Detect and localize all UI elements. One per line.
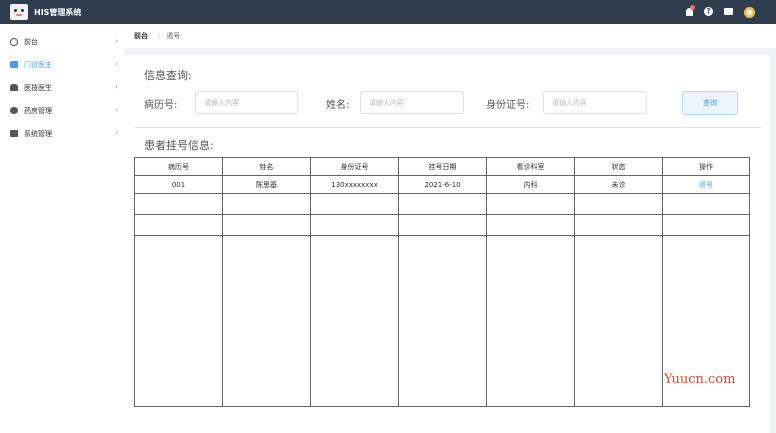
sidebar-item-front-desk[interactable]: 前台 › [0, 30, 124, 53]
name-label: 姓名: [326, 100, 350, 111]
column-header: 操作 [662, 157, 750, 176]
breadcrumb-current: 退号 [166, 32, 181, 40]
table-row: 001 陈思基 130xxxxxxxx 2021-6-10 内科 未诊 退号 [134, 175, 750, 194]
sidebar: 前台 › 门诊医生 › 医技医生 › 药房管理 › 系统管理 › [0, 24, 124, 433]
message-icon[interactable] [724, 7, 734, 17]
chevron-right-icon: › [115, 60, 118, 68]
id-number-input[interactable] [543, 91, 647, 114]
query-button[interactable]: 查询 [682, 91, 738, 115]
column-header: 挂号日期 [398, 157, 487, 176]
medtech-icon [10, 84, 18, 91]
sidebar-item-label: 系统管理 [24, 129, 52, 138]
column-header: 姓名 [222, 157, 311, 176]
section-divider [134, 127, 762, 128]
column-header: 病历号 [134, 157, 223, 176]
cell-name: 陈思基 [222, 175, 311, 194]
cell-status: 未诊 [574, 175, 663, 194]
chevron-right-icon: › [115, 37, 118, 45]
column-header: 看诊科室 [486, 157, 575, 176]
cancel-registration-link[interactable]: 退号 [699, 181, 713, 189]
table-row-empty [134, 193, 750, 215]
chevron-right-icon: › [115, 106, 118, 114]
patient-table: 病历号 姓名 身份证号 挂号日期 看诊科室 状态 操作 001 陈思基 130x… [134, 157, 750, 407]
sidebar-item-outpatient[interactable]: 门诊医生 › [0, 53, 124, 76]
sidebar-item-label: 医技医生 [24, 83, 52, 92]
sidebar-item-system[interactable]: 系统管理 › [0, 122, 124, 145]
app-logo-icon [10, 4, 28, 20]
patient-section-title: 患者挂号信息: [144, 139, 214, 152]
sidebar-item-label: 药房管理 [24, 106, 52, 115]
help-icon[interactable]: ? [704, 7, 714, 17]
cell-action: 退号 [662, 175, 750, 194]
outpatient-icon [10, 61, 18, 68]
sidebar-item-medtech[interactable]: 医技医生 › [0, 76, 124, 99]
query-section-title: 信息查询: [144, 69, 192, 82]
sidebar-item-pharmacy[interactable]: 药房管理 › [0, 99, 124, 122]
name-input[interactable] [360, 91, 464, 114]
column-header: 状态 [574, 157, 663, 176]
record-number-label: 病历号: [144, 100, 178, 111]
sidebar-item-label: 前台 [24, 37, 38, 46]
column-header: 身份证号 [310, 157, 399, 176]
user-avatar[interactable] [744, 7, 755, 18]
breadcrumb: 前台 / 退号 [124, 24, 776, 48]
cell-date: 2021-6-10 [398, 175, 487, 194]
table-row-empty [134, 235, 750, 407]
notification-bell-icon[interactable] [684, 5, 695, 17]
table-row-empty [134, 214, 750, 236]
watermark-text: Yuucn.com [664, 372, 736, 387]
table-header-row: 病历号 姓名 身份证号 挂号日期 看诊科室 状态 操作 [134, 157, 750, 176]
record-number-input[interactable] [195, 91, 298, 114]
top-bar-actions: ? [684, 5, 755, 18]
cell-record-number: 001 [134, 175, 223, 194]
cell-id-number: 130xxxxxxxx [310, 175, 399, 194]
chevron-right-icon: › [115, 83, 118, 91]
breadcrumb-separator: / [158, 32, 161, 40]
cell-department: 内科 [486, 175, 575, 194]
id-number-label: 身份证号: [486, 100, 530, 111]
breadcrumb-home[interactable]: 前台 [134, 31, 148, 41]
chevron-right-icon: › [115, 129, 118, 137]
notification-badge [690, 5, 695, 10]
front-desk-icon [10, 37, 18, 46]
sidebar-item-label: 门诊医生 [24, 60, 52, 69]
app-title: HIS管理系统 [34, 7, 82, 17]
top-bar: HIS管理系统 ? [0, 0, 776, 24]
system-icon [10, 130, 18, 137]
pharmacy-icon [10, 107, 18, 114]
